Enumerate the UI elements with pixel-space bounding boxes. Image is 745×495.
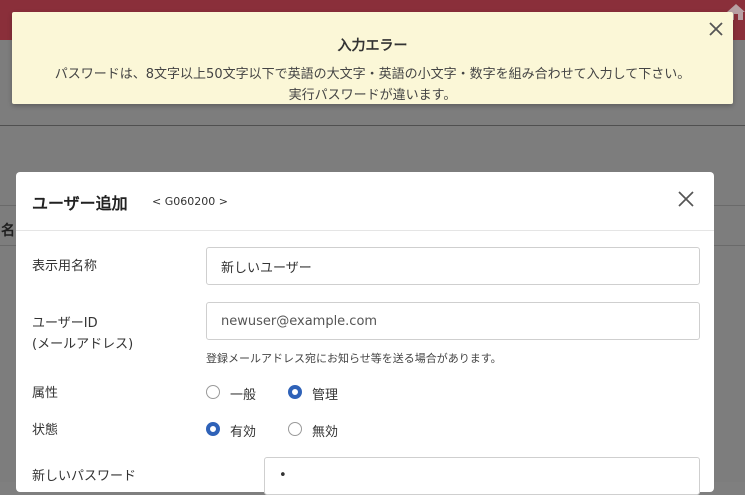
user-id-label: ユーザーID (メールアドレス): [32, 313, 133, 355]
error-message-password: パスワードは、8文字以上50文字以下で英語の大文字・英語の小文字・数字を組み合わ…: [54, 67, 691, 82]
status-option-label: 有効: [230, 425, 257, 440]
screen-code: < G060200 >: [152, 195, 228, 208]
close-icon[interactable]: [676, 189, 696, 209]
background-column-label: 名: [1, 223, 15, 239]
display-name-label: 表示用名称: [32, 259, 98, 274]
attribute-label: 属性: [32, 386, 59, 401]
radio-checked-icon: [288, 385, 302, 399]
new-password-label: 新しいパスワード: [32, 469, 137, 484]
user-id-label-line1: ユーザーID: [32, 316, 98, 331]
error-message-exec-password: 実行パスワードが違います。: [288, 88, 457, 103]
user-id-label-line2: (メールアドレス): [32, 337, 134, 352]
password-mask: •: [279, 468, 287, 483]
status-option-label: 無効: [312, 425, 339, 440]
attribute-option-label: 管理: [312, 388, 339, 403]
radio-unchecked-icon: [206, 385, 220, 399]
radio-checked-icon: [206, 422, 220, 436]
display-name-input[interactable]: [206, 247, 700, 285]
radio-unchecked-icon: [288, 422, 302, 436]
new-password-input[interactable]: •: [264, 457, 700, 495]
user-id-input[interactable]: [206, 302, 700, 340]
dialog-header: ユーザー追加 < G060200 >: [16, 172, 714, 231]
close-icon[interactable]: [705, 18, 727, 40]
dialog-title: ユーザー追加: [32, 194, 128, 213]
attribute-option-label: 一般: [230, 388, 257, 403]
user-id-help-text: 登録メールアドレス宛にお知らせ等を送る場合があります。: [206, 352, 502, 365]
add-user-dialog: ユーザー追加 < G060200 > 表示用名称 ユーザーID (メールアドレス…: [16, 172, 714, 495]
status-label: 状態: [32, 423, 59, 438]
background-divider: [0, 125, 745, 126]
error-title: 入力エラー: [337, 38, 408, 54]
error-notification: 入力エラー パスワードは、8文字以上50文字以下で英語の大文字・英語の小文字・数…: [12, 12, 733, 104]
